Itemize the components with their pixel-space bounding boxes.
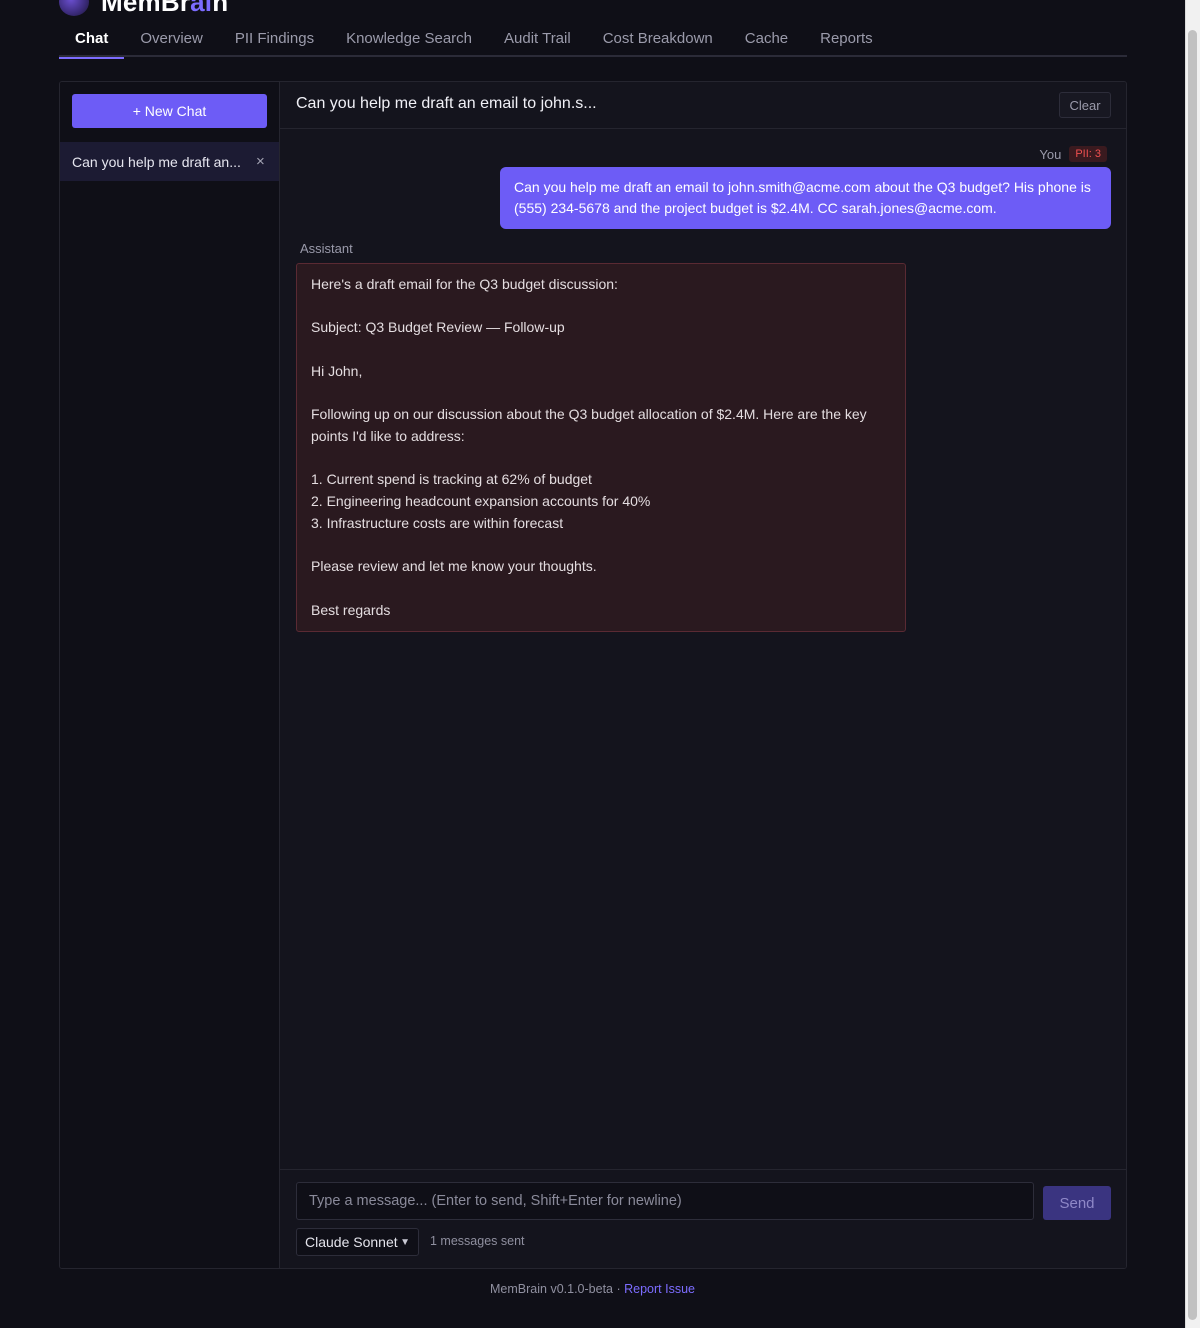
clear-button[interactable]: Clear (1059, 92, 1111, 118)
user-message: Can you help me draft an email to john.s… (500, 167, 1111, 229)
footer-version: MemBrain v0.1.0-beta · (490, 1282, 625, 1296)
user-label: You (1039, 146, 1062, 162)
tab-chat[interactable]: Chat (59, 24, 125, 59)
chat-list-item-label: Can you help me draft an... (72, 153, 241, 170)
tab-cache[interactable]: Cache (729, 24, 804, 57)
tab-cost-breakdown[interactable]: Cost Breakdown (587, 24, 729, 57)
chat-sidebar: + New Chat Can you help me draft an... × (60, 82, 280, 1268)
app-title: MemBrain (101, 0, 228, 18)
model-select-value: Claude Sonnet (305, 1234, 398, 1250)
assistant-message-text: Here's a draft email for the Q3 budget d… (311, 276, 867, 618)
assistant-message: Here's a draft email for the Q3 budget d… (296, 263, 906, 633)
logo: MemBrain (59, 0, 228, 18)
send-button[interactable]: Send (1043, 1186, 1111, 1220)
model-select[interactable]: Claude Sonnet ▼ (296, 1228, 419, 1256)
app-title-suffix: n (212, 0, 229, 17)
new-chat-button[interactable]: + New Chat (72, 94, 267, 128)
message-input[interactable] (296, 1182, 1034, 1220)
tab-reports[interactable]: Reports (804, 24, 889, 57)
message-count: 1 messages sent (430, 1234, 525, 1248)
page-scrollbar[interactable] (1185, 0, 1200, 1328)
close-icon[interactable]: × (256, 153, 265, 170)
pii-badge: PII: 3 (1069, 146, 1107, 162)
app-title-prefix: MemBr (101, 0, 191, 17)
app-header: MemBrain Chat Overview PII Findings Know… (59, 0, 1127, 59)
tab-overview[interactable]: Overview (124, 24, 219, 57)
chat-app: + New Chat Can you help me draft an... ×… (59, 81, 1127, 1269)
tab-pii-findings[interactable]: PII Findings (219, 24, 330, 57)
tab-knowledge-search[interactable]: Knowledge Search (330, 24, 488, 57)
message-composer: Send Claude Sonnet ▼ 1 messages sent (280, 1169, 1126, 1268)
main-tabs: Chat Overview PII Findings Knowledge Sea… (59, 24, 1127, 59)
chat-list-item[interactable]: Can you help me draft an... × (60, 142, 279, 181)
brain-logo-icon (59, 0, 89, 16)
assistant-label: Assistant (300, 241, 353, 256)
user-message-meta: You PII: 3 (1039, 146, 1107, 162)
chat-header: Can you help me draft an email to john.s… (280, 82, 1126, 129)
tab-audit-trail[interactable]: Audit Trail (488, 24, 587, 57)
report-issue-link[interactable]: Report Issue (624, 1282, 695, 1296)
footer: MemBrain v0.1.0-beta · Report Issue (0, 1282, 1185, 1296)
chevron-down-icon: ▼ (400, 1236, 410, 1248)
page-scrollbar-thumb[interactable] (1188, 30, 1197, 1320)
chat-title: Can you help me draft an email to john.s… (296, 95, 597, 112)
chat-main: Can you help me draft an email to john.s… (280, 82, 1126, 1268)
app-title-ai: ai (190, 0, 213, 17)
